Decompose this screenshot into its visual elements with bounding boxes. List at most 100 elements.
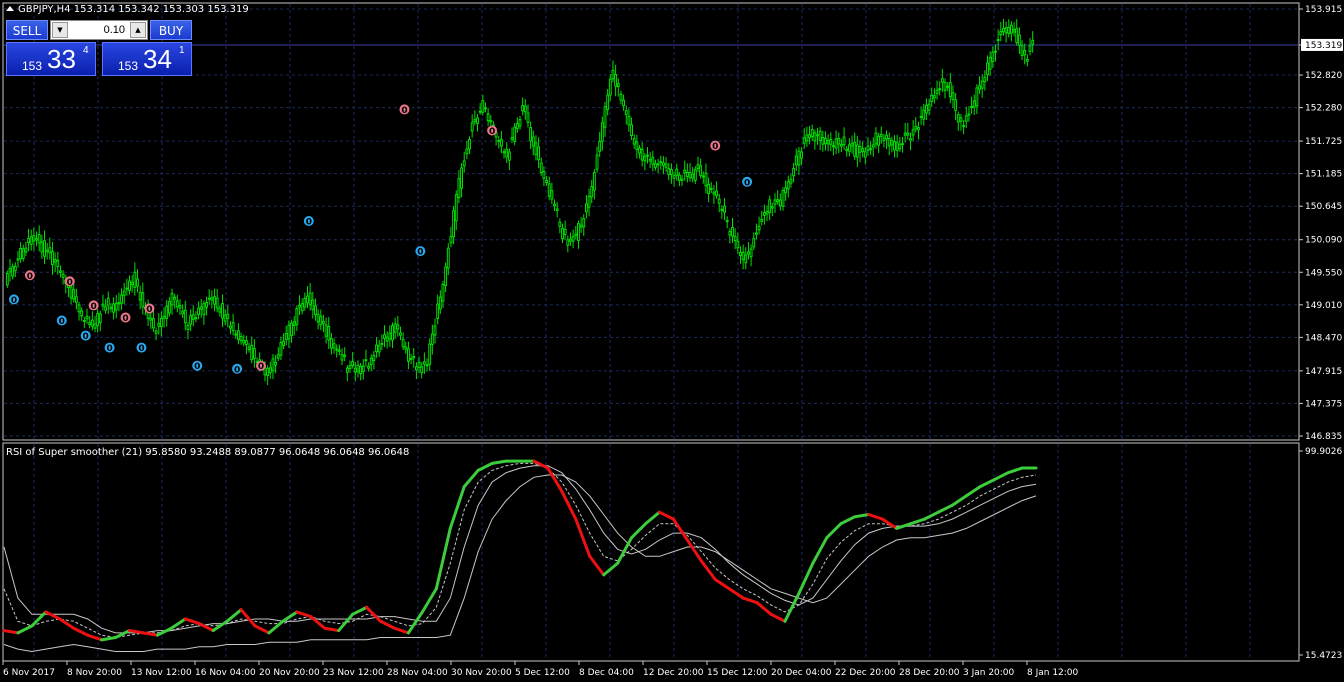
- price-axis-label: 149.550: [1305, 268, 1342, 278]
- price-pane-frame: [2, 2, 1300, 441]
- candle-body: [794, 155, 798, 166]
- candle-body: [393, 323, 397, 333]
- candle-body: [16, 258, 20, 261]
- candle-body: [417, 361, 421, 368]
- candle-body: [747, 251, 750, 255]
- candle-body: [446, 247, 450, 269]
- candle-body: [282, 340, 286, 346]
- chart-area[interactable]: 153.915 152.820 152.280 151.725 151.185 150.6…: [0, 0, 1344, 682]
- candle-body: [422, 361, 426, 365]
- time-axis-label: 8 Dec 04:00: [579, 668, 634, 678]
- rsi-main-segment: [2, 629, 20, 635]
- candle-body: [598, 141, 602, 152]
- candle-body: [911, 129, 915, 136]
- time-axis-label: 28 Nov 04:00: [387, 668, 448, 678]
- candle-body: [122, 290, 126, 296]
- candle-body: [252, 348, 256, 359]
- candle-body: [521, 105, 525, 112]
- candle-body: [189, 315, 193, 325]
- candle-body: [226, 313, 230, 319]
- price-axis-label: 146.835: [1305, 432, 1342, 442]
- candle-body: [818, 130, 822, 142]
- candle-body: [284, 333, 288, 341]
- candle-body: [744, 254, 748, 264]
- candle-body: [749, 248, 753, 258]
- rsi-main-segment: [783, 591, 801, 623]
- candle-body: [234, 333, 238, 336]
- candle-body: [24, 247, 28, 253]
- rsi-upper-band: [3, 465, 1037, 634]
- candle-body: [948, 82, 952, 98]
- rsi-main-segment: [379, 619, 396, 630]
- candle-body: [571, 236, 575, 242]
- candle-body: [244, 340, 248, 346]
- rsi-main-segment: [337, 612, 355, 633]
- lot-decrease-icon[interactable]: ▼: [52, 22, 68, 38]
- candle-body: [59, 270, 62, 273]
- candle-body: [680, 178, 684, 181]
- candle-body: [584, 203, 588, 213]
- candle-body: [770, 206, 774, 209]
- candle-body: [154, 330, 158, 334]
- candle-body: [855, 144, 859, 158]
- rsi-main-segment: [183, 617, 201, 626]
- candle-body: [173, 296, 177, 300]
- candle-body: [640, 148, 644, 161]
- candle-body: [48, 247, 52, 254]
- candle-body: [606, 94, 610, 110]
- candle-body: [739, 251, 742, 257]
- candle-body: [287, 324, 291, 340]
- candle-body: [32, 235, 36, 242]
- lot-size-stepper[interactable]: ▼ ▲: [50, 20, 148, 40]
- candle-body: [691, 173, 695, 179]
- candle-body: [808, 134, 811, 139]
- time-axis-label: 5 Dec 12:00: [515, 668, 570, 678]
- candle-body: [348, 365, 352, 369]
- rsi-main-segment: [755, 601, 773, 616]
- candle-body: [8, 268, 12, 273]
- time-axis-label: 3 Jan 20:00: [963, 668, 1015, 678]
- candle-body: [329, 338, 333, 349]
- candle-body: [399, 332, 402, 336]
- symbol-quote-text: GBPJPY,H4 153.314 153.342 153.303 153.31…: [18, 4, 249, 15]
- candle-body: [468, 139, 471, 150]
- candle-body: [863, 151, 867, 158]
- buy-price-box[interactable]: 153 34 1: [102, 42, 192, 76]
- candle-body: [499, 138, 503, 147]
- candle-body: [789, 178, 793, 184]
- rsi-main-segment: [853, 512, 871, 519]
- candle-body: [553, 203, 556, 207]
- candle-body: [611, 69, 615, 80]
- candle-body: [93, 323, 97, 329]
- rsi-main-segment: [323, 626, 341, 633]
- candle-body: [885, 134, 889, 140]
- lot-size-input[interactable]: [69, 22, 125, 38]
- sell-price-box[interactable]: 153 33 4: [6, 42, 96, 76]
- candle-body: [29, 236, 33, 245]
- time-axis-label: 30 Nov 20:00: [451, 668, 512, 678]
- lot-increase-icon[interactable]: ▲: [130, 22, 146, 38]
- candle-body: [762, 212, 766, 216]
- buy-signal-marker-glyph: 0: [83, 332, 89, 342]
- collapse-triangle-icon[interactable]: [6, 6, 14, 11]
- candle-body: [271, 358, 275, 372]
- candle-body: [871, 144, 875, 148]
- candle-body: [983, 76, 987, 83]
- rsi-main-segment: [420, 587, 438, 614]
- candle-body: [484, 107, 487, 110]
- price-axis-label: 150.645: [1305, 202, 1342, 212]
- candle-body: [608, 78, 612, 96]
- candle-body: [832, 145, 835, 148]
- candle-body: [412, 356, 416, 359]
- sell-button[interactable]: SELL: [6, 20, 48, 40]
- rsi-main-segment: [462, 468, 480, 489]
- candle-body: [643, 155, 647, 162]
- candle-body: [717, 198, 721, 204]
- candle-body: [685, 171, 689, 177]
- candle-body: [816, 134, 819, 137]
- candle-body: [550, 190, 554, 200]
- candle-body: [723, 205, 726, 213]
- candle-body: [205, 302, 208, 308]
- price-axis-label: 151.725: [1305, 137, 1342, 147]
- buy-button[interactable]: BUY: [150, 20, 192, 40]
